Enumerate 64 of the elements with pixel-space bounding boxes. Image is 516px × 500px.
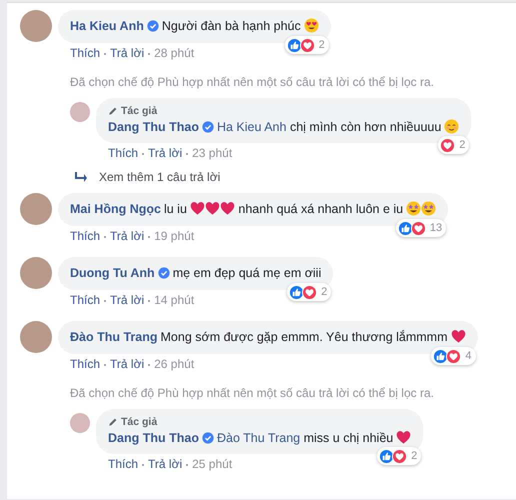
heart-reaction-icon: [300, 38, 315, 52]
author-label: Tác giả: [121, 415, 158, 429]
reply-link[interactable]: Trả lời: [110, 229, 144, 244]
avatar-photo: [20, 257, 52, 289]
heart-icon: [450, 329, 466, 344]
reply-link[interactable]: Trả lời: [148, 457, 182, 472]
comment-text: miss u chị nhiều: [304, 431, 394, 445]
avatar-photo: [20, 321, 52, 353]
heart-icon: [396, 430, 412, 445]
avatar-photo: [20, 193, 52, 225]
like-link[interactable]: Thích: [108, 146, 138, 161]
author-name-link[interactable]: Dang Thu Thao: [108, 431, 199, 445]
heart-reaction-icon: [302, 284, 318, 300]
comment-text: nhanh quá xá nhanh luôn e iu: [238, 202, 404, 216]
avatar-photo: [70, 413, 90, 433]
heart-icon: [220, 201, 235, 216]
reaction-count: 2: [459, 138, 466, 152]
author-name-link[interactable]: Ha Kieu Anh: [70, 19, 144, 33]
comment-text: mẹ em đẹp quá mẹ em ơiii: [172, 266, 322, 280]
author-label: Tác giả: [121, 104, 158, 118]
comment-text: Mong sớm được gặp emmm. Yêu thương lắmmmm: [160, 330, 448, 344]
author-name-link[interactable]: Dang Thu Thao: [108, 120, 199, 134]
reaction-count: 4: [465, 348, 472, 364]
comment-text: Người đàn bà hạnh phúc: [162, 19, 301, 33]
star-eyes-face-icon: [421, 201, 436, 216]
like-reaction-icon: [398, 220, 413, 236]
reaction-count: 13: [430, 220, 442, 236]
like-reaction-icon: [286, 38, 302, 52]
avatar-photo: [20, 10, 52, 42]
comment-text: chị mình còn hơn nhiềuuuu: [290, 120, 442, 134]
pencil-icon: [108, 417, 118, 427]
author-name-link[interactable]: Đào Thu Trang: [70, 330, 158, 344]
author-name-link[interactable]: Mai Hồng Ngọc: [70, 202, 161, 216]
heart-eyes-face-icon: [304, 18, 319, 33]
like-link[interactable]: Thích: [70, 46, 100, 61]
heart-reaction-icon: [440, 138, 456, 152]
reply-link[interactable]: Trả lời: [110, 293, 144, 308]
reply-link[interactable]: Trả lời: [148, 146, 182, 161]
heart-reaction-icon: [446, 348, 462, 364]
reaction-count: 2: [318, 38, 325, 52]
like-link[interactable]: Thích: [70, 357, 100, 372]
comment-text: lu iu: [164, 202, 187, 216]
like-link[interactable]: Thích: [70, 293, 100, 308]
mention-link[interactable]: Đào Thu Trang: [216, 431, 300, 445]
author-name-link[interactable]: Duong Tu Anh: [70, 266, 155, 280]
reaction-count: 2: [411, 448, 418, 464]
heart-icon: [204, 201, 220, 216]
heart-reaction-icon: [410, 220, 426, 236]
avatar-photo: [70, 102, 90, 122]
heart-reaction-icon: [392, 448, 408, 464]
like-link[interactable]: Thích: [70, 229, 100, 244]
mention-link[interactable]: Ha Kieu Anh: [216, 120, 286, 134]
smiling-face-icon: [444, 119, 460, 134]
heart-icon: [190, 201, 205, 216]
reply-arrow-icon: [75, 172, 87, 182]
like-link[interactable]: Thích: [108, 457, 138, 472]
pencil-icon: [108, 106, 118, 116]
filter-notice: Đã chọn chế độ Phù hợp nhất nên một số câu trả lời có thể bị lọc ra.: [70, 74, 435, 90]
reaction-count: 2: [321, 284, 328, 300]
reply-link[interactable]: Trả lời: [110, 357, 144, 372]
more-replies-link[interactable]: Xem thêm 1 câu trả lời: [99, 169, 220, 185]
star-eyes-face-icon: [406, 201, 422, 216]
filter-notice: Đã chọn chế độ Phù hợp nhất nên một số câu trả lời có thể bị lọc ra.: [70, 385, 435, 401]
reply-link[interactable]: Trả lời: [110, 46, 144, 61]
